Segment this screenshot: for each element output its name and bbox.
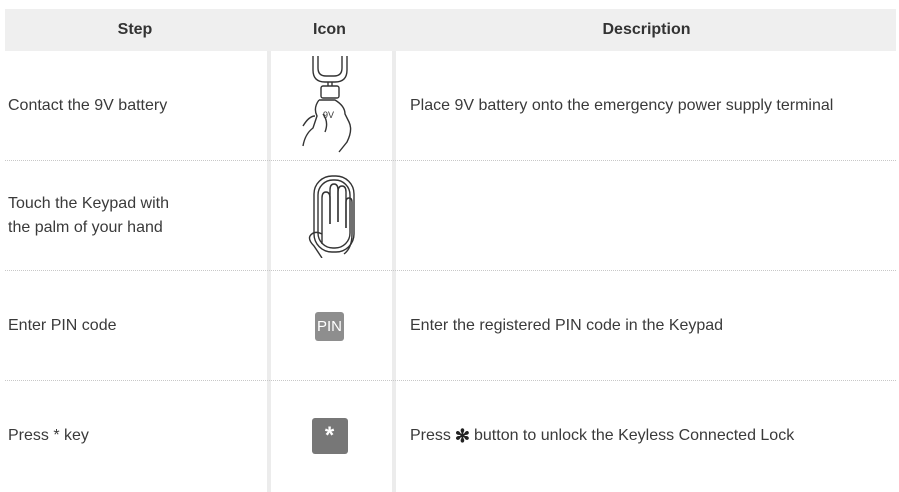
description-text	[410, 161, 896, 271]
description-text: Enter the registered PIN code in the Key…	[410, 317, 724, 334]
description-text: Place 9V battery onto the emergency powe…	[410, 97, 834, 114]
header-step: Step	[117, 21, 153, 38]
step-text: Press * key	[8, 427, 89, 444]
table-row: Press * key * Press ✻ button to unlock t…	[5, 381, 896, 491]
step-text: Contact the 9V battery	[8, 97, 168, 114]
description-text: Press ✻ button to unlock the Keyless Con…	[410, 381, 896, 491]
table-row: Touch the Keypad with the palm of your h…	[5, 161, 896, 271]
asterisk-key-icon: *	[311, 418, 348, 454]
asterisk-icon: ✻	[454, 425, 470, 446]
palm-keypad-icon	[267, 161, 392, 271]
icon-battery-label: 9V	[323, 110, 334, 120]
battery-hand-icon: 9V	[267, 51, 392, 161]
battery-hand-icon-graphic: 9V	[301, 56, 351, 153]
description-before: Press	[410, 427, 451, 444]
step-text: Enter PIN code	[8, 317, 117, 334]
table-header: Step Icon Description	[5, 9, 896, 51]
table-row: Contact the 9V battery 9V Place 9V batte…	[5, 51, 896, 161]
header-description: Description	[602, 21, 691, 38]
palm-keypad-icon-graphic	[308, 175, 355, 258]
pin-icon: PIN	[315, 311, 344, 341]
description-after: button to unlock the Keyless Connected L…	[474, 427, 795, 444]
table-row: Enter PIN code PIN Enter the registered …	[5, 271, 896, 381]
step-text: Touch the Keypad with the palm of your h…	[8, 195, 169, 236]
header-icon: Icon	[313, 21, 346, 38]
